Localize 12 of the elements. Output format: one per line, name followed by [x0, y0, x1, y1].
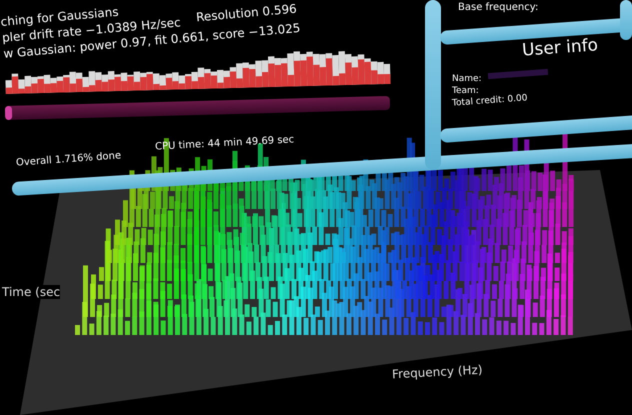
team-label: Team: — [452, 86, 479, 96]
name-label: Name: — [452, 74, 482, 84]
user-info-title: User info — [521, 35, 599, 61]
cpu-time-text: CPU time: 44 min 49.69 sec — [154, 134, 294, 153]
axis-label: Frequency (Hz) — [392, 362, 483, 382]
axis-label: Time (sec — [2, 285, 60, 299]
progress-text: Overall 1.716% done — [16, 150, 122, 169]
credit-text: Total credit: 0.00 — [452, 93, 528, 109]
name-bar — [488, 68, 548, 80]
resolution-text: Resolution 0.596 — [196, 2, 298, 24]
pipe-frame — [620, 0, 632, 40]
base-frequency-label: Base frequency: — [458, 2, 538, 13]
